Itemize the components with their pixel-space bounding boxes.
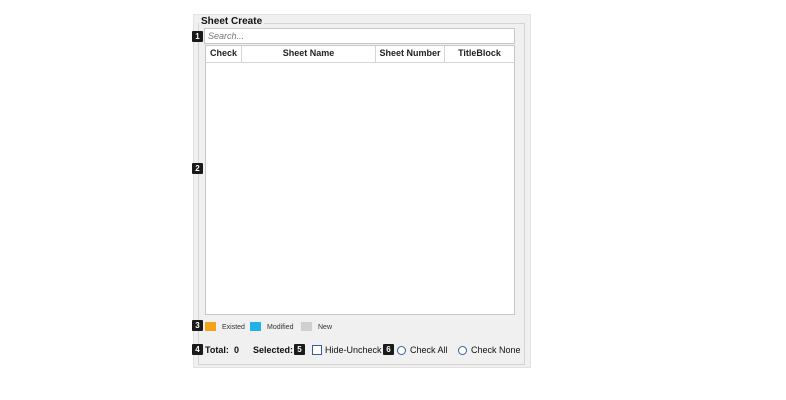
legend-label-existed: Existed (222, 324, 245, 331)
callout-badge-3: 3 (192, 320, 203, 331)
total-value: 0 (234, 345, 240, 355)
callout-badge-6: 6 (383, 344, 394, 355)
legend-swatch-existed (205, 322, 216, 331)
callout-badge-4: 4 (192, 344, 203, 355)
legend-swatch-new (301, 322, 312, 331)
column-header-check[interactable]: Check (206, 46, 242, 62)
search-input[interactable] (204, 28, 515, 44)
hide-uncheck-checkbox[interactable] (312, 345, 322, 355)
check-all-label[interactable]: Check All (410, 345, 448, 355)
selected-label: Selected: (253, 345, 294, 355)
sheet-table[interactable]: Check Sheet Name Sheet Number TitleBlock (205, 45, 515, 315)
hide-uncheck-label[interactable]: Hide-Uncheck (325, 345, 382, 355)
group-title: Sheet Create (199, 16, 265, 27)
callout-badge-2: 2 (192, 163, 203, 174)
legend-label-new: New (318, 324, 333, 331)
callout-badge-1: 1 (192, 31, 203, 42)
column-header-sheet-name[interactable]: Sheet Name (242, 46, 376, 62)
check-none-label[interactable]: Check None (471, 345, 521, 355)
check-all-radio[interactable] (397, 346, 406, 355)
column-header-sheet-number[interactable]: Sheet Number (376, 46, 445, 62)
legend-label-modified: Modified (267, 324, 294, 331)
legend-swatch-modified (250, 322, 261, 331)
callout-badge-5: 5 (294, 344, 305, 355)
total-label: Total: (205, 345, 229, 355)
check-none-radio[interactable] (458, 346, 467, 355)
table-header: Check Sheet Name Sheet Number TitleBlock (206, 46, 514, 63)
column-header-titleblock[interactable]: TitleBlock (445, 46, 514, 62)
